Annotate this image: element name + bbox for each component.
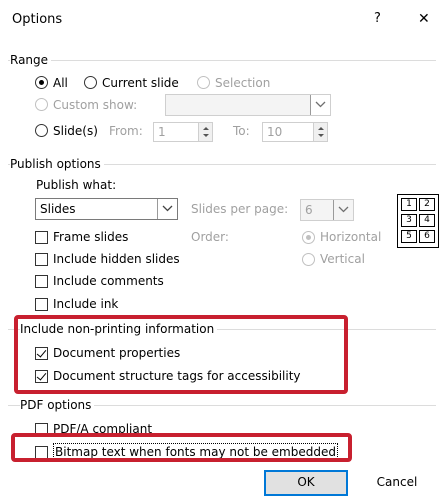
range-custom-show-radio[interactable] (35, 98, 48, 111)
dialog-title: Options (12, 12, 63, 27)
ok-button[interactable]: OK (264, 470, 348, 496)
publish-what-label: Publish what: (36, 178, 117, 192)
preview-cell: 3 (401, 214, 417, 227)
include-ink-label[interactable]: Include ink (53, 296, 118, 312)
order-vertical-label[interactable]: Vertical (320, 251, 365, 267)
include-hidden-slides-checkbox[interactable] (35, 253, 48, 266)
preview-cell: 5 (401, 230, 417, 243)
publish-what-value: Slides (40, 202, 76, 216)
range-all-radio[interactable] (35, 76, 48, 89)
range-group-title: Range (10, 52, 52, 68)
spinner-arrows-icon (318, 127, 324, 137)
chevron-down-icon (333, 200, 353, 220)
include-comments-checkbox[interactable] (35, 275, 48, 288)
highlight-box-bitmap-text (11, 433, 352, 462)
publish-what-dropdown[interactable]: Slides (35, 198, 178, 220)
order-vertical-radio[interactable] (302, 253, 315, 266)
include-ink-checkbox[interactable] (35, 298, 48, 311)
custom-show-dropdown[interactable] (165, 94, 331, 116)
include-hidden-slides-label[interactable]: Include hidden slides (53, 251, 180, 267)
to-label: To: (233, 124, 250, 138)
frame-slides-checkbox[interactable] (35, 231, 48, 244)
chevron-down-icon (310, 95, 330, 115)
preview-cell: 2 (419, 198, 435, 211)
range-slides-label[interactable]: Slide(s) (53, 123, 98, 139)
preview-cell: 6 (419, 230, 435, 243)
from-spinner[interactable] (198, 123, 212, 141)
preview-cell: 4 (419, 214, 435, 227)
to-spinner[interactable] (313, 123, 327, 141)
to-value: 10 (267, 125, 283, 139)
help-button[interactable]: ? (374, 11, 381, 27)
options-dialog: Options ? ✕ Range All Current slide Sele… (0, 0, 444, 501)
cancel-button[interactable]: Cancel (354, 470, 440, 496)
range-selection-label[interactable]: Selection (215, 75, 270, 91)
slides-layout-preview: 1 2 3 4 5 6 (397, 194, 439, 248)
range-slides-radio[interactable] (35, 124, 48, 137)
slides-per-page-dropdown[interactable]: 6 (300, 199, 354, 221)
close-button[interactable]: ✕ (418, 11, 430, 27)
pdf-group-title: PDF options (20, 397, 95, 413)
from-label: From: (109, 124, 143, 138)
range-all-label[interactable]: All (53, 75, 68, 91)
order-horizontal-label[interactable]: Horizontal (320, 229, 381, 245)
slides-per-page-value: 6 (305, 203, 313, 217)
range-current-slide-label[interactable]: Current slide (102, 75, 179, 91)
to-input[interactable]: 10 (262, 122, 328, 142)
range-current-slide-radio[interactable] (84, 76, 97, 89)
spinner-arrows-icon (203, 127, 209, 137)
highlight-box-nonprinting (14, 315, 348, 394)
preview-cell: 1 (401, 198, 417, 211)
from-input[interactable]: 1 (153, 122, 213, 142)
include-comments-label[interactable]: Include comments (53, 273, 164, 289)
frame-slides-label[interactable]: Frame slides (53, 229, 128, 245)
from-value: 1 (158, 125, 166, 139)
range-group-line (8, 60, 436, 61)
range-custom-show-label[interactable]: Custom show: (53, 97, 137, 113)
order-label: Order: (191, 230, 229, 244)
chevron-down-icon (157, 199, 177, 219)
order-horizontal-radio[interactable] (302, 231, 315, 244)
range-selection-radio[interactable] (197, 76, 210, 89)
publish-group-title: Publish options (10, 156, 104, 172)
slides-per-page-label: Slides per page: (191, 202, 289, 216)
